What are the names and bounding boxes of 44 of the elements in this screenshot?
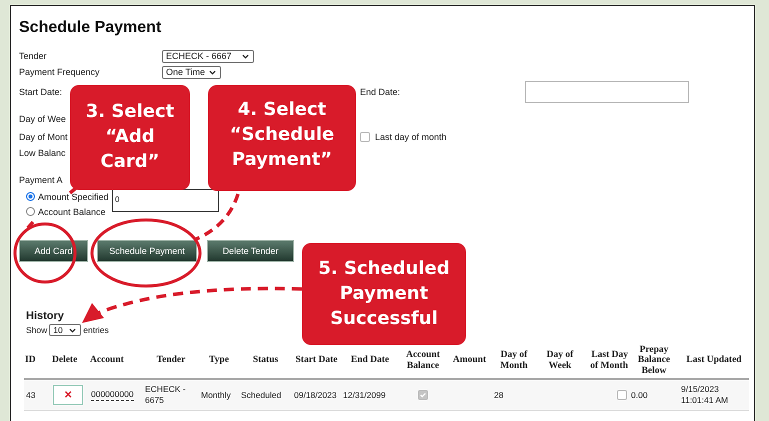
radio-label: Amount Specified — [38, 192, 109, 202]
radio-button[interactable] — [26, 192, 35, 201]
table-cell: 0.00 — [631, 390, 648, 400]
table-cell: 43 — [26, 390, 36, 400]
caret-icon — [209, 70, 216, 74]
table-cell: Scheduled — [241, 390, 282, 400]
entries-label: entries — [83, 325, 109, 335]
callout-tooltip: 5. Scheduled Payment Successful — [302, 243, 466, 345]
checkbox-label: Last day of month — [375, 132, 447, 142]
field-label: End Date: — [360, 87, 400, 97]
highlight-circle — [14, 222, 76, 284]
radio-label: Account Balance — [38, 206, 106, 216]
table-cell: 28 — [494, 390, 504, 400]
checkbox[interactable] — [360, 132, 370, 142]
show-label: Show — [26, 325, 48, 335]
tender-dropdown[interactable]: ECHECK - 6667 — [162, 50, 254, 62]
caret-icon — [69, 328, 76, 332]
dashed-line — [193, 193, 240, 242]
table-cell-text: ECHECK - 6675 — [145, 384, 187, 406]
frequency-dropdown[interactable]: One Time — [162, 66, 222, 78]
table-cell: Monthly — [201, 390, 231, 400]
action-button[interactable]: Schedule Payment — [97, 240, 197, 262]
action-button[interactable]: Add Card — [19, 240, 88, 262]
radio-button[interactable] — [26, 207, 35, 216]
callout-tooltip: 4. Select “Schedule Payment” — [208, 85, 356, 191]
field-label: Low Balanc — [19, 148, 66, 158]
field-label: Payment A — [19, 175, 63, 185]
field-label: Day of Wee — [19, 114, 66, 124]
account-link[interactable]: 000000000 — [91, 389, 134, 401]
page-title: Schedule Payment — [19, 18, 162, 38]
callout-tooltip: 3. Select “Add Card” — [70, 85, 190, 190]
field-label: Tender — [19, 51, 47, 61]
table-cell-text: 9/15/2023 11:01:41 AM — [681, 384, 730, 406]
table-cell: 09/18/2023 — [294, 390, 337, 400]
action-button[interactable]: Delete Tender — [207, 240, 294, 262]
caret-icon — [242, 54, 249, 58]
field-label: Start Date: — [19, 87, 62, 97]
field-label: Day of Mont — [19, 132, 68, 142]
delete-button[interactable]: ✕ — [53, 385, 83, 405]
page-size-dropdown[interactable]: 10 — [49, 324, 82, 336]
end-date-field[interactable] — [525, 81, 689, 103]
section-heading: History — [26, 310, 64, 322]
field-label: Payment Frequency — [19, 67, 100, 77]
table-cell: 12/31/2099 — [343, 390, 386, 400]
